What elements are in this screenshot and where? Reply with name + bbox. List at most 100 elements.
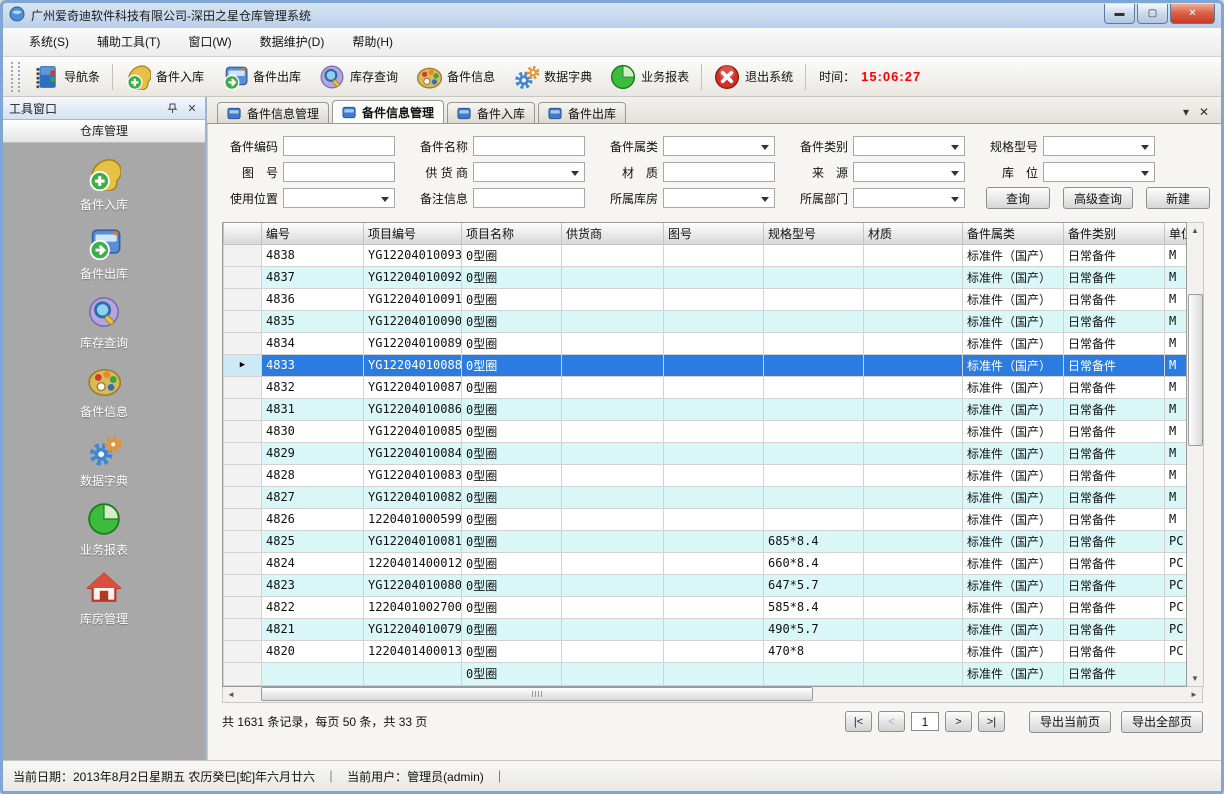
table-cell[interactable]: [562, 266, 664, 288]
table-cell[interactable]: 标准件（国产）: [963, 464, 1064, 486]
table-cell[interactable]: [664, 596, 764, 618]
table-cell[interactable]: PC: [1165, 574, 1188, 596]
table-cell[interactable]: [664, 354, 764, 376]
table-cell[interactable]: [562, 376, 664, 398]
table-cell[interactable]: [864, 464, 963, 486]
table-cell[interactable]: [864, 398, 963, 420]
toolbar-button-stock-query[interactable]: 库存查询: [310, 60, 407, 94]
supplier-dropdown[interactable]: [473, 162, 585, 182]
page-number-input[interactable]: 1: [911, 712, 939, 731]
table-cell[interactable]: 490*5.7: [764, 618, 864, 640]
table-cell[interactable]: [764, 288, 864, 310]
table-cell[interactable]: [864, 530, 963, 552]
table-cell[interactable]: [864, 376, 963, 398]
table-cell[interactable]: 标准件（国产）: [963, 662, 1064, 685]
table-cell[interactable]: 4837: [262, 266, 364, 288]
table-cell[interactable]: [864, 354, 963, 376]
table-row[interactable]: 4831YG122040100860型圈标准件（国产）日常备件M: [224, 398, 1188, 420]
table-cell[interactable]: YG12204010091: [364, 288, 462, 310]
table-cell[interactable]: [562, 354, 664, 376]
table-cell[interactable]: 日常备件: [1064, 442, 1165, 464]
table-cell[interactable]: 标准件（国产）: [963, 640, 1064, 662]
table-cell[interactable]: 470*8: [764, 640, 864, 662]
table-cell[interactable]: YG12204010092: [364, 266, 462, 288]
table-cell[interactable]: [664, 376, 764, 398]
table-cell[interactable]: M: [1165, 464, 1188, 486]
part-code-input[interactable]: [283, 136, 395, 156]
table-cell[interactable]: M: [1165, 376, 1188, 398]
table-cell[interactable]: [664, 508, 764, 530]
table-cell[interactable]: [262, 662, 364, 685]
table-cell[interactable]: 4835: [262, 310, 364, 332]
table-cell[interactable]: [364, 662, 462, 685]
table-cell[interactable]: 0型圈: [462, 266, 562, 288]
table-cell[interactable]: [764, 310, 864, 332]
row-selector-header[interactable]: [224, 223, 262, 244]
table-cell[interactable]: [562, 530, 664, 552]
table-cell[interactable]: 标准件（国产）: [963, 574, 1064, 596]
table-cell[interactable]: M: [1165, 420, 1188, 442]
table-cell[interactable]: [664, 332, 764, 354]
table-cell[interactable]: [864, 332, 963, 354]
toolbar-button-exit-system[interactable]: 退出系统: [705, 60, 802, 94]
table-cell[interactable]: [562, 464, 664, 486]
table-cell[interactable]: [664, 640, 764, 662]
table-cell[interactable]: 647*5.7: [764, 574, 864, 596]
table-cell[interactable]: 4832: [262, 376, 364, 398]
table-cell[interactable]: 标准件（国产）: [963, 354, 1064, 376]
column-header-项目名称[interactable]: 项目名称: [462, 223, 562, 244]
table-cell[interactable]: [664, 244, 764, 266]
table-cell[interactable]: [764, 486, 864, 508]
table-cell[interactable]: 日常备件: [1064, 530, 1165, 552]
table-cell[interactable]: 标准件（国产）: [963, 530, 1064, 552]
table-cell[interactable]: 标准件（国产）: [963, 376, 1064, 398]
table-cell[interactable]: 4824: [262, 552, 364, 574]
table-cell[interactable]: PC: [1165, 552, 1188, 574]
maximize-button[interactable]: ▢: [1137, 4, 1168, 24]
horizontal-scrollbar[interactable]: ◄ ►: [222, 687, 1203, 703]
table-cell[interactable]: 0型圈: [462, 442, 562, 464]
table-cell[interactable]: [664, 574, 764, 596]
table-cell[interactable]: M: [1165, 442, 1188, 464]
table-cell[interactable]: [664, 420, 764, 442]
table-cell[interactable]: 标准件（国产）: [963, 310, 1064, 332]
table-cell[interactable]: 1220401000599: [364, 508, 462, 530]
menu-item[interactable]: 帮助(H): [338, 31, 407, 53]
table-row[interactable]: 482012204014000130型圈470*8标准件（国产）日常备件PC: [224, 640, 1188, 662]
table-cell[interactable]: 4826: [262, 508, 364, 530]
table-row[interactable]: 482412204014000120型圈660*8.4标准件（国产）日常备件PC: [224, 552, 1188, 574]
table-cell[interactable]: 标准件（国产）: [963, 618, 1064, 640]
table-cell[interactable]: M: [1165, 354, 1188, 376]
table-row[interactable]: ▶4833YG122040100880型圈标准件（国产）日常备件M: [224, 354, 1188, 376]
row-selector-cell[interactable]: [224, 464, 262, 486]
table-cell[interactable]: M: [1165, 310, 1188, 332]
vertical-scrollbar[interactable]: ▲ ▼: [1187, 222, 1204, 687]
material-input[interactable]: [663, 162, 775, 182]
column-header-备件属类[interactable]: 备件属类: [963, 223, 1064, 244]
table-cell[interactable]: [562, 244, 664, 266]
table-cell[interactable]: 4823: [262, 574, 364, 596]
menu-item[interactable]: 系统(S): [15, 31, 83, 53]
table-cell[interactable]: [664, 442, 764, 464]
column-header-项目编号[interactable]: 项目编号: [364, 223, 462, 244]
sidebar-item-parts-inbound[interactable]: 备件入库: [80, 157, 128, 213]
sidebar-item-business-report[interactable]: 业务报表: [80, 502, 128, 558]
table-cell[interactable]: 4825: [262, 530, 364, 552]
table-cell[interactable]: PC: [1165, 618, 1188, 640]
table-cell[interactable]: [764, 662, 864, 685]
table-cell[interactable]: [764, 244, 864, 266]
row-selector-cell[interactable]: [224, 662, 262, 685]
column-header-材质[interactable]: 材质: [864, 223, 963, 244]
table-cell[interactable]: YG12204010080: [364, 574, 462, 596]
table-cell[interactable]: [664, 398, 764, 420]
toolbar-button-parts-inbound[interactable]: 备件入库: [116, 60, 213, 94]
table-row[interactable]: 4837YG122040100920型圈标准件（国产）日常备件M: [224, 266, 1188, 288]
table-cell[interactable]: M: [1165, 486, 1188, 508]
row-selector-cell[interactable]: [224, 398, 262, 420]
table-row[interactable]: 4832YG122040100870型圈标准件（国产）日常备件M: [224, 376, 1188, 398]
menu-item[interactable]: 数据维护(D): [246, 31, 339, 53]
table-cell[interactable]: 日常备件: [1064, 398, 1165, 420]
toolbar-button-parts-info[interactable]: 备件信息: [407, 60, 504, 94]
sidebar-item-data-dict[interactable]: 数据字典: [80, 433, 128, 489]
table-cell[interactable]: YG12204010082: [364, 486, 462, 508]
